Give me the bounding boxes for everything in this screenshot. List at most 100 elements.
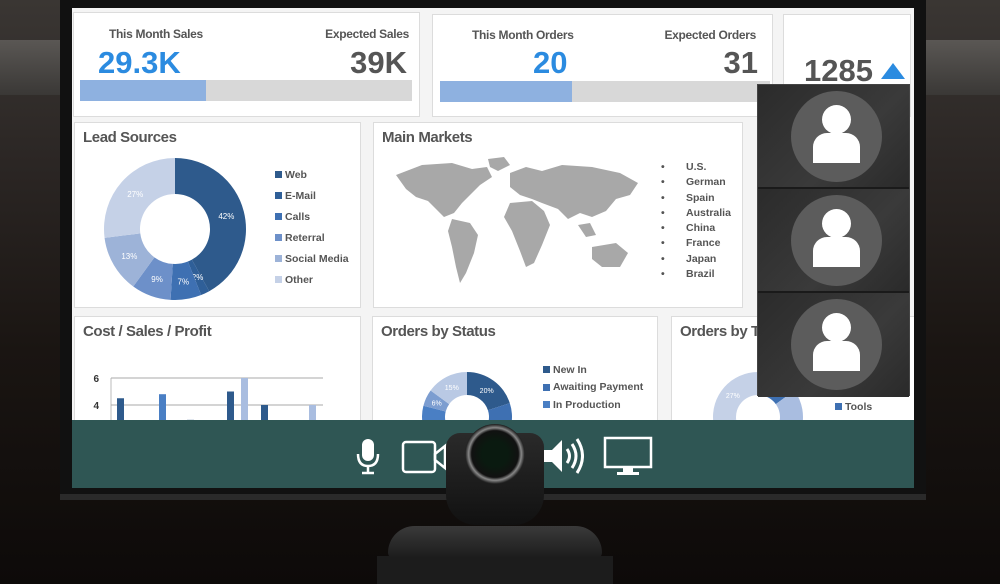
legend-swatch (543, 383, 550, 391)
legend-item: Calls (275, 206, 349, 227)
lead-sources-card: Lead Sources 42% 2% 7% 9% 13% 27% Web E-Mail Ca… (74, 122, 361, 308)
legend-swatch (275, 213, 282, 220)
legend-label: E-Mail (285, 189, 316, 202)
legend-label: New In (553, 363, 587, 376)
slice-label: 6% (432, 401, 442, 408)
user-avatar-icon (791, 91, 882, 182)
camera-base (388, 526, 602, 558)
y-tick-label: 6 (93, 374, 99, 385)
legend-item: Tools (835, 396, 872, 417)
participant-tile[interactable] (758, 189, 909, 293)
slice-label: 7% (178, 277, 190, 286)
kpi-orders-card: This Month Orders 20 Expected Orders 31 (432, 14, 773, 117)
chart-legend: New In Awaiting Payment In Production (543, 361, 643, 414)
market-label: China (686, 222, 716, 235)
progress-fill (80, 80, 207, 101)
legend-item: Reterral (275, 227, 349, 248)
legend-label: In Production (553, 398, 621, 411)
slice-label: 13% (121, 252, 137, 261)
slice-label: 20% (480, 388, 494, 395)
legend-swatch (275, 276, 282, 283)
market-item: • German (659, 176, 731, 191)
kpi-expected-value: 31 (723, 45, 758, 80)
kpi-value: 29.3K (98, 45, 181, 80)
progress-fill (440, 81, 572, 102)
participants-panel (757, 84, 910, 397)
bullet: • (661, 237, 665, 250)
market-item: • Spain (659, 192, 731, 207)
legend-swatch (275, 255, 282, 262)
market-item: • China (659, 222, 731, 237)
market-label: Spain (686, 191, 715, 204)
legend-label: Tools (845, 400, 873, 413)
bullet: • (661, 206, 665, 219)
legend-item: Awaiting Payment (543, 379, 643, 397)
market-item: • France (659, 237, 731, 252)
camera-lens (465, 424, 525, 484)
legend-item: In Production (543, 396, 643, 414)
progress-bar (80, 80, 412, 101)
main-markets-card: Main Markets • U.S. • German • Spain • Australi… (373, 122, 743, 308)
market-item: • Japan (659, 253, 731, 268)
legend-swatch (275, 234, 282, 241)
slice-label: 15% (445, 385, 459, 392)
legend-label: Other (285, 273, 314, 286)
legend-item: New In (543, 361, 643, 379)
legend-item: E-Mail (275, 185, 349, 206)
card-title: Orders by Status (381, 323, 496, 340)
market-label: German (686, 176, 726, 189)
bullet: • (661, 222, 665, 235)
legend-swatch (543, 366, 550, 374)
world-map (396, 157, 638, 283)
market-item: • Brazil (659, 268, 731, 283)
chart-legend: Web E-Mail Calls Reterral Social Media Other (275, 164, 349, 290)
card-title: Lead Sources (83, 129, 177, 146)
market-item: • Australia (659, 207, 731, 222)
progress-bar (440, 81, 770, 102)
speaker-icon[interactable] (544, 436, 584, 476)
screen-share-icon[interactable] (603, 436, 653, 478)
participant-tile[interactable] (758, 293, 909, 397)
legend-swatch (275, 171, 282, 178)
legend-label: Awaiting Payment (553, 381, 644, 394)
market-label: Brazil (686, 268, 715, 281)
market-label: U.S. (686, 161, 707, 173)
market-label: Japan (686, 252, 717, 265)
video-camera-icon[interactable] (401, 440, 447, 474)
kpi-expected-value: 39K (350, 45, 407, 80)
slice-label: 42% (218, 212, 234, 221)
bullet: • (661, 268, 665, 281)
kpi-label: This Month Sales (109, 27, 203, 41)
kpi-label: This Month Orders (472, 28, 574, 42)
bullet: • (661, 161, 665, 173)
bullet: • (661, 191, 665, 204)
market-item: • U.S. (659, 161, 731, 176)
trend-up-icon (881, 63, 905, 79)
camera-pedestal (377, 556, 613, 584)
chart-legend: Tools (835, 396, 872, 417)
slice-label: 9% (151, 275, 163, 284)
markets-list: • U.S. • German • Spain • Australia • China • Franc… (659, 161, 731, 283)
legend-item: Other (275, 269, 349, 290)
legend-label: Social Media (285, 252, 349, 265)
lead-sources-donut: 42%2%7%9%13%27% (104, 158, 247, 300)
user-avatar-icon (791, 195, 882, 286)
cost-sales-profit-card: Cost / Sales / Profit 46 (74, 316, 361, 427)
legend-label: Web (285, 168, 307, 181)
legend-label: Calls (285, 210, 311, 223)
card-title: Main Markets (382, 129, 473, 146)
slice-label: 27% (127, 190, 143, 199)
user-avatar-icon (791, 299, 882, 390)
participant-tile[interactable] (758, 85, 909, 189)
y-tick-label: 4 (93, 401, 99, 412)
kpi-expected-label: Expected Orders (664, 28, 756, 42)
orders-status-card: Orders by Status 20% 6% 15% New In Awaiting… (372, 316, 658, 462)
microphone-icon[interactable] (355, 438, 381, 476)
kpi-value: 20 (533, 45, 568, 80)
bullet: • (661, 176, 665, 189)
kpi-expected-label: Expected Sales (325, 27, 409, 41)
market-label: France (686, 237, 721, 250)
legend-swatch (835, 403, 842, 410)
slice-label: 27% (726, 393, 740, 400)
market-label: Australia (686, 206, 731, 219)
